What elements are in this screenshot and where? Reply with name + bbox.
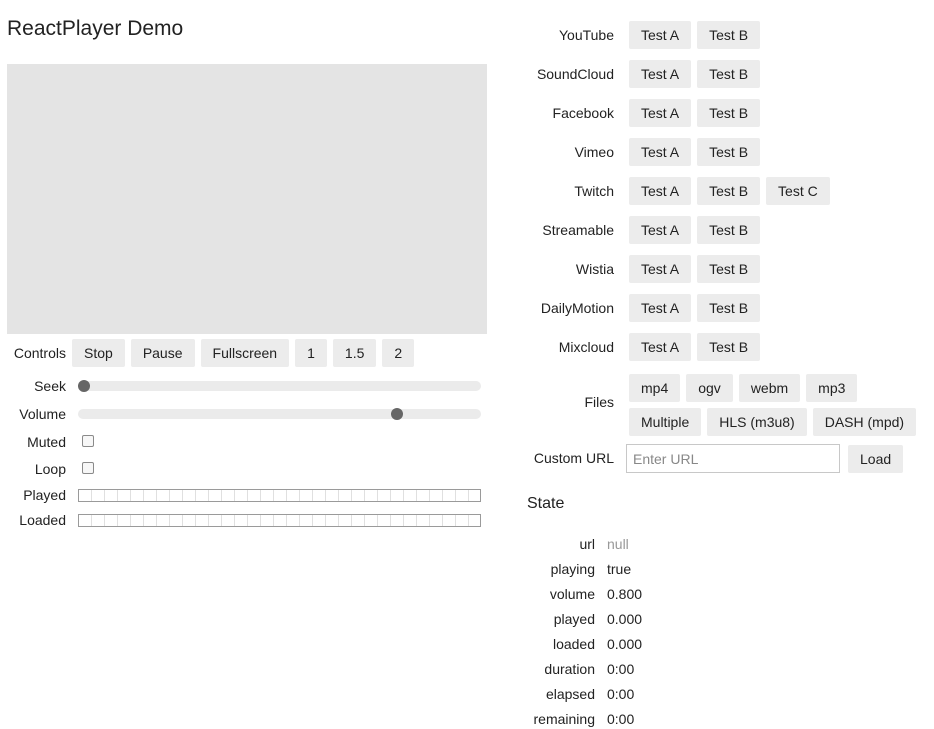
state-value-duration: 0:00 <box>607 661 635 677</box>
state-key-playing: playing <box>550 561 595 577</box>
state-value-playing: true <box>607 561 632 577</box>
loaded-label: Loaded <box>19 512 66 528</box>
state-value-played: 0.000 <box>607 611 643 627</box>
page-title: ReactPlayer Demo <box>7 17 184 40</box>
vimeo-test-b-button[interactable]: Test B <box>697 138 761 166</box>
wistia-test-a-button[interactable]: Test A <box>629 255 692 283</box>
seek-thumb[interactable] <box>78 380 90 392</box>
state-key-remaining: remaining <box>533 711 595 727</box>
state-key-elapsed: elapsed <box>545 686 595 702</box>
rate-1-button[interactable]: 1 <box>295 339 327 367</box>
pause-button[interactable]: Pause <box>130 339 195 367</box>
state-key-url: url <box>579 536 595 552</box>
source-label-vimeo: Vimeo <box>574 144 614 160</box>
streamable-test-a-button[interactable]: Test A <box>629 216 692 244</box>
state-key-duration: duration <box>544 661 595 677</box>
file-mp3-button[interactable]: mp3 <box>806 374 858 402</box>
twitch-test-b-button[interactable]: Test B <box>697 177 761 205</box>
rate-2-button[interactable]: 2 <box>382 339 415 367</box>
file-hls-button[interactable]: HLS (m3u8) <box>707 408 807 436</box>
volume-thumb[interactable] <box>390 408 403 420</box>
mixcloud-test-b-button[interactable]: Test B <box>697 333 761 361</box>
played-progress <box>78 489 481 502</box>
file-ogv-button[interactable]: ogv <box>686 374 733 402</box>
vimeo-test-a-button[interactable]: Test A <box>629 138 692 166</box>
volume-slider[interactable] <box>78 408 481 420</box>
volume-label: Volume <box>19 406 66 422</box>
source-label-mixcloud: Mixcloud <box>558 339 614 355</box>
load-button[interactable]: Load <box>848 445 904 473</box>
loop-checkbox[interactable] <box>82 462 94 474</box>
file-webm-button[interactable]: webm <box>738 374 801 402</box>
state-value-remaining: 0:00 <box>607 711 635 727</box>
files-buttons: mp4 ogv webm mp3 Multiple HLS (m3u8) DAS… <box>629 374 934 436</box>
dailymotion-test-b-button[interactable]: Test B <box>697 294 761 322</box>
facebook-test-b-button[interactable]: Test B <box>697 99 761 127</box>
soundcloud-test-a-button[interactable]: Test A <box>629 60 692 88</box>
custom-url-input[interactable] <box>626 444 840 473</box>
wistia-test-b-button[interactable]: Test B <box>697 255 761 283</box>
file-mp4-button[interactable]: mp4 <box>629 374 681 402</box>
fullscreen-button[interactable]: Fullscreen <box>200 339 290 367</box>
stop-button[interactable]: Stop <box>72 339 125 367</box>
custom-url-label: Custom URL <box>533 450 614 466</box>
muted-label: Muted <box>27 434 66 450</box>
source-label-soundcloud: SoundCloud <box>536 66 614 82</box>
file-multiple-button[interactable]: Multiple <box>629 408 702 436</box>
controls-row: Controls Stop Pause Fullscreen 1 1.5 2 <box>0 339 415 367</box>
state-value-url: null <box>607 536 629 552</box>
source-label-wistia: Wistia <box>575 261 614 277</box>
source-label-dailymotion: DailyMotion <box>540 300 614 316</box>
loaded-progress <box>78 514 481 527</box>
state-value-elapsed: 0:00 <box>607 686 635 702</box>
dailymotion-test-a-button[interactable]: Test A <box>629 294 692 322</box>
state-key-volume: volume <box>549 586 595 602</box>
files-label: Files <box>584 394 614 410</box>
video-player[interactable] <box>7 64 487 334</box>
seek-label: Seek <box>34 378 66 394</box>
twitch-test-c-button[interactable]: Test C <box>766 177 830 205</box>
state-key-played: played <box>553 611 595 627</box>
state-heading: State <box>527 495 565 512</box>
youtube-test-a-button[interactable]: Test A <box>629 21 692 49</box>
rate-1-5-button[interactable]: 1.5 <box>332 339 377 367</box>
played-label: Played <box>23 487 66 503</box>
source-label-twitch: Twitch <box>574 183 614 199</box>
mixcloud-test-a-button[interactable]: Test A <box>629 333 692 361</box>
streamable-test-b-button[interactable]: Test B <box>697 216 761 244</box>
twitch-test-a-button[interactable]: Test A <box>629 177 692 205</box>
youtube-test-b-button[interactable]: Test B <box>697 21 761 49</box>
soundcloud-test-b-button[interactable]: Test B <box>697 60 761 88</box>
seek-slider[interactable] <box>78 380 481 392</box>
state-value-volume: 0.800 <box>607 586 643 602</box>
state-value-loaded: 0.000 <box>607 636 643 652</box>
source-label-youtube: YouTube <box>558 27 614 43</box>
source-label-facebook: Facebook <box>552 105 614 121</box>
facebook-test-a-button[interactable]: Test A <box>629 99 692 127</box>
controls-label: Controls <box>13 345 66 361</box>
file-dash-button[interactable]: DASH (mpd) <box>812 408 917 436</box>
state-key-loaded: loaded <box>552 636 595 652</box>
loop-label: Loop <box>34 461 66 477</box>
muted-checkbox[interactable] <box>82 435 94 447</box>
source-label-streamable: Streamable <box>542 222 614 238</box>
